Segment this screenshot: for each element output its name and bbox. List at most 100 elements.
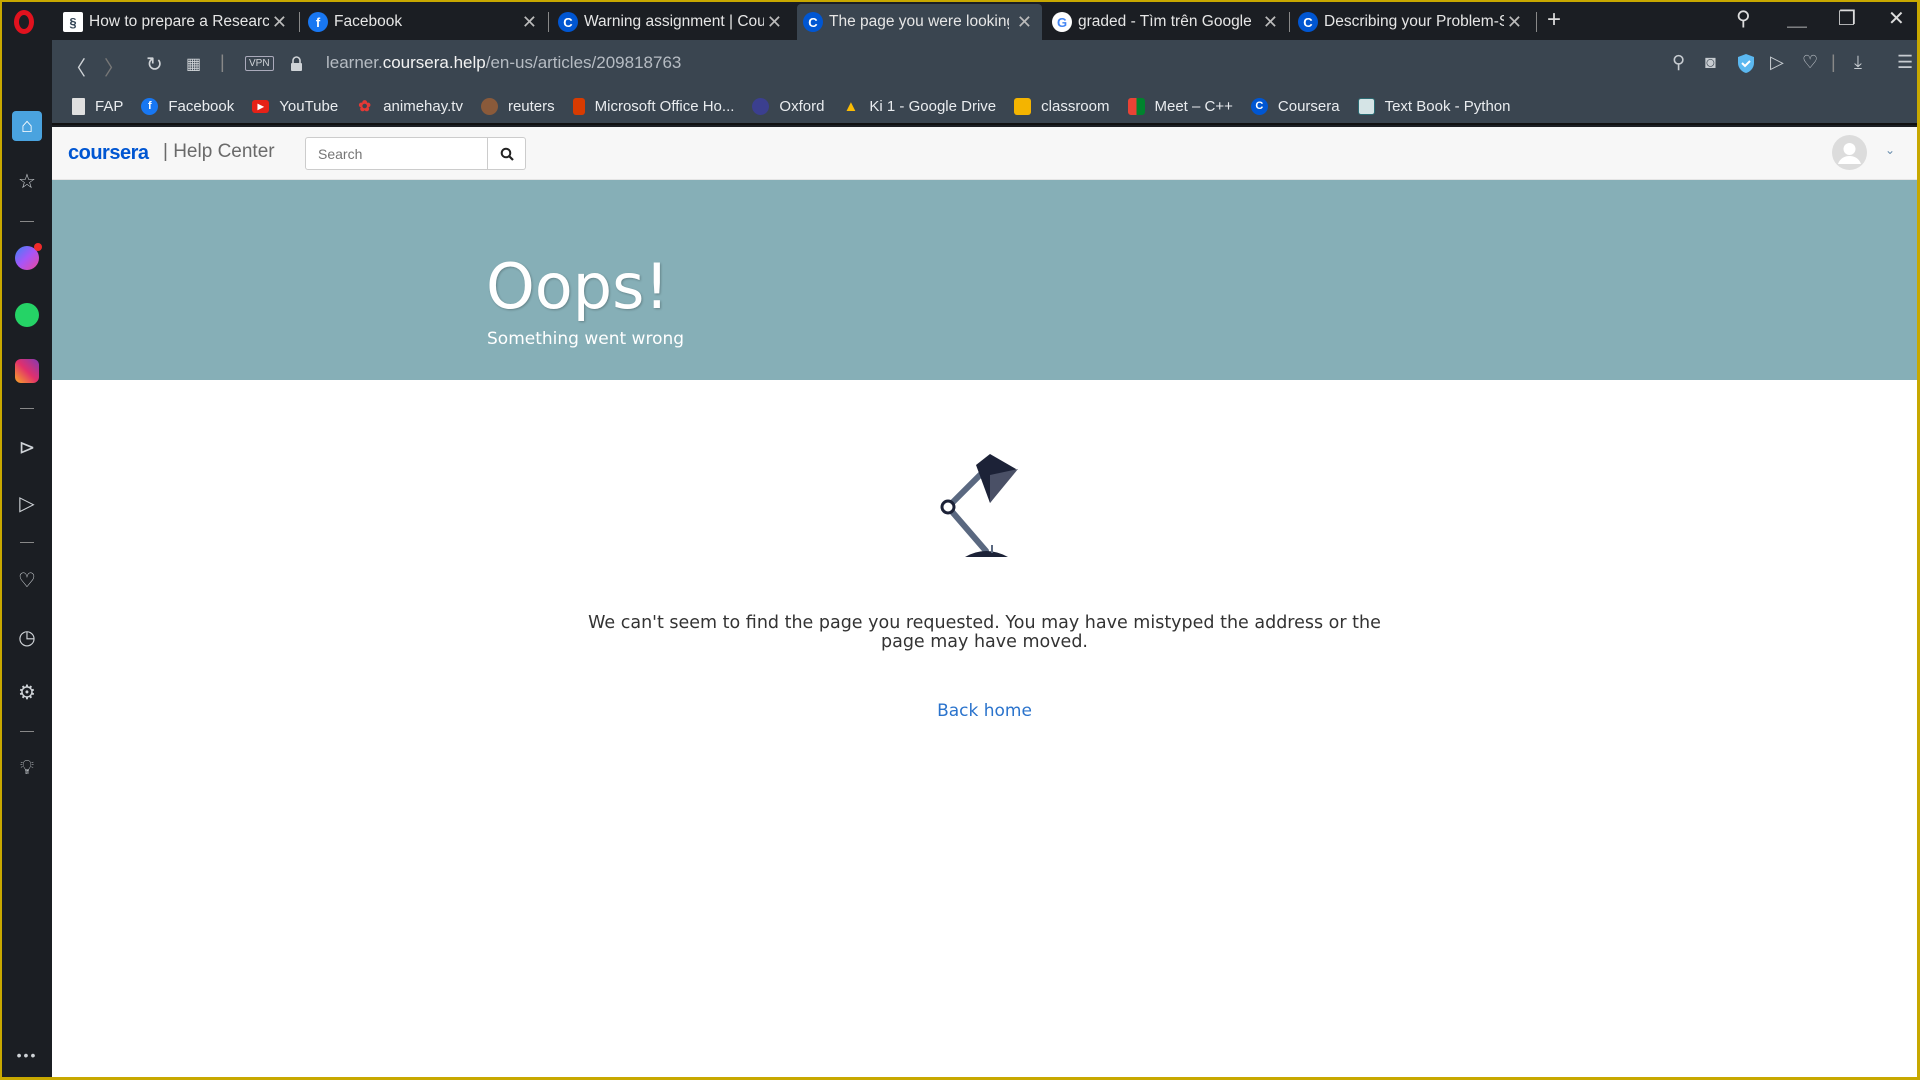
url-field[interactable]: learner.coursera.help/en-us/articles/209…	[326, 53, 681, 73]
bookmark-label: animehay.tv	[383, 97, 463, 115]
sidebar-divider	[20, 221, 34, 222]
url-path: /en-us/articles/209818763	[485, 53, 682, 72]
help-center-label[interactable]: | Help Center	[163, 141, 275, 163]
zoom-out-icon[interactable]: ⚲	[1672, 52, 1685, 73]
sidebar-whatsapp-icon[interactable]	[12, 300, 42, 330]
back-home-link[interactable]: Back home	[52, 701, 1917, 721]
tab-describing-problem[interactable]: C Describing your Problem-S ✕	[1292, 4, 1532, 40]
sidebar-heart-icon[interactable]: ♡	[12, 565, 42, 595]
new-tab-button[interactable]: +	[1547, 6, 1561, 34]
textbook-icon	[1357, 97, 1375, 115]
research-favicon-icon: §	[63, 12, 83, 32]
sidebar-settings-gear-icon[interactable]: ⚙	[12, 677, 42, 707]
close-tab-icon[interactable]: ✕	[767, 12, 782, 33]
tab-title: Warning assignment | Cour	[584, 13, 764, 30]
close-tab-icon[interactable]: ✕	[522, 12, 537, 33]
tab-title: Facebook	[334, 13, 403, 30]
browser-window: § How to prepare a Research ✕ f Facebook…	[0, 0, 1920, 1080]
tab-divider	[1289, 12, 1290, 32]
bookmark-coursera[interactable]: C Coursera	[1250, 97, 1340, 115]
bookmark-meet[interactable]: Meet – C++	[1127, 97, 1233, 115]
search-button[interactable]	[488, 137, 526, 170]
sidebar-bookmarks-star-icon[interactable]: ☆	[12, 166, 42, 196]
lock-icon[interactable]	[290, 56, 303, 71]
minimize-button[interactable]: ＿	[1787, 2, 1807, 31]
desk-lamp-illustration	[940, 454, 1018, 557]
heart-icon[interactable]: ♡	[1802, 52, 1818, 73]
office-icon	[572, 97, 585, 115]
coursera-favicon-icon: C	[558, 12, 578, 32]
bookmark-youtube[interactable]: ▶ YouTube	[252, 98, 338, 115]
download-icon[interactable]: ⤓	[1854, 52, 1862, 73]
classroom-icon	[1014, 97, 1032, 115]
close-tab-icon[interactable]: ✕	[1507, 12, 1522, 33]
search-input[interactable]	[305, 137, 488, 170]
tab-research[interactable]: § How to prepare a Research ✕	[57, 4, 297, 40]
tab-facebook[interactable]: f Facebook ✕	[302, 4, 547, 40]
reload-button[interactable]: ↻	[146, 52, 163, 77]
tabs-grid-icon[interactable]: ▦	[186, 54, 201, 74]
close-tab-icon[interactable]: ✕	[1017, 12, 1032, 33]
send-flow-icon[interactable]: ▷	[1770, 52, 1784, 73]
sidebar-tips-lightbulb-icon[interactable]: 💡︎	[12, 753, 42, 783]
tab-google-search[interactable]: G graded - Tìm trên Google ✕	[1046, 4, 1288, 40]
close-tab-icon[interactable]: ✕	[272, 12, 287, 33]
bookmark-oxford[interactable]: Oxford	[752, 97, 825, 115]
opera-logo-icon[interactable]	[14, 10, 34, 34]
restore-button[interactable]: ❐	[1838, 6, 1856, 31]
bookmark-label: reuters	[507, 97, 555, 115]
user-silhouette-icon	[1838, 143, 1861, 164]
sidebar-home-icon[interactable]: ⌂	[12, 111, 42, 141]
bookmark-classroom[interactable]: classroom	[1014, 97, 1110, 115]
facebook-favicon-icon: f	[308, 12, 328, 32]
sidebar-messenger-icon[interactable]	[12, 243, 42, 273]
address-bar: 〈 〉 ↻ ▦ | VPN learner.coursera.help/en-u…	[52, 40, 1917, 89]
bookmark-animehay[interactable]: ✿ animehay.tv	[356, 97, 463, 116]
forward-button[interactable]: 〉	[104, 52, 124, 81]
bookmark-facebook[interactable]: f Facebook	[141, 97, 234, 115]
close-window-button[interactable]: ✕	[1888, 6, 1905, 31]
account-dropdown-chevron-icon[interactable]: ⌄	[1885, 143, 1895, 157]
tab-title: Describing your Problem-S	[1324, 13, 1504, 30]
sidebar-history-clock-icon[interactable]: ◷	[12, 622, 42, 652]
tab-page-not-found[interactable]: C The page you were looking ✕	[797, 4, 1042, 40]
snapshot-camera-icon[interactable]: ◙	[1705, 52, 1716, 73]
back-button[interactable]: 〈	[66, 52, 86, 81]
sidebar-flow-send-icon[interactable]: ▷	[12, 488, 42, 518]
google-favicon-icon: G	[1052, 12, 1072, 32]
facebook-icon: f	[141, 97, 159, 115]
sidebar-instagram-icon[interactable]	[12, 356, 42, 386]
error-subtitle: Something went wrong	[487, 329, 685, 349]
bookmark-label: classroom	[1041, 97, 1110, 115]
tab-title: How to prepare a Research	[89, 13, 269, 30]
bookmark-fap[interactable]: FAP	[72, 97, 123, 115]
tab-warning-assignment[interactable]: C Warning assignment | Cour ✕	[552, 4, 792, 40]
adblock-shield-icon[interactable]	[1738, 54, 1754, 73]
sidebar-more-icon[interactable]: •••	[12, 1040, 42, 1070]
sidebar-divider	[20, 542, 34, 543]
coursera-icon: C	[1250, 97, 1268, 115]
divider: |	[1831, 52, 1836, 72]
bookmark-microsoft-office[interactable]: Microsoft Office Ho...	[572, 97, 734, 115]
sidebar-player-icon[interactable]: ⊳	[12, 432, 42, 462]
close-tab-icon[interactable]: ✕	[1263, 12, 1278, 33]
youtube-icon: ▶	[252, 99, 270, 113]
search-tabs-icon[interactable]: ⚲	[1736, 6, 1751, 31]
bookmark-google-drive[interactable]: ▲ Ki 1 - Google Drive	[842, 98, 996, 115]
vpn-badge[interactable]: VPN	[245, 56, 274, 71]
coursera-logo[interactable]: coursera	[68, 142, 149, 165]
file-icon	[72, 97, 85, 115]
bookmark-textbook-python[interactable]: Text Book - Python	[1357, 97, 1511, 115]
bookmark-reuters[interactable]: reuters	[480, 97, 555, 115]
tab-title: graded - Tìm trên Google	[1078, 13, 1252, 30]
bookmarks-bar: FAP f Facebook ▶ YouTube ✿ animehay.tv reut…	[52, 89, 1917, 125]
error-title: Oops!	[486, 250, 670, 323]
user-avatar[interactable]	[1832, 135, 1867, 170]
coursera-favicon-icon: C	[1298, 12, 1318, 32]
web-page: coursera | Help Center ⌄ Oops! Something…	[52, 127, 1917, 1077]
divider: |	[220, 52, 225, 72]
easy-setup-icon[interactable]: ☰	[1897, 52, 1913, 73]
bookmark-label: Oxford	[779, 97, 825, 115]
bookmark-label: Text Book - Python	[1384, 97, 1511, 115]
url-domain: coursera.help	[382, 53, 486, 72]
